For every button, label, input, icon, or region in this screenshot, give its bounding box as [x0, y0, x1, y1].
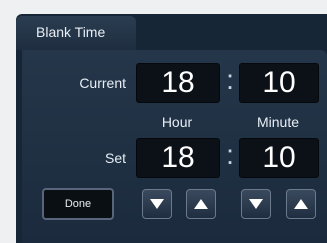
- arrow-up-icon: [294, 199, 308, 209]
- hour-up-button[interactable]: [186, 189, 216, 219]
- arrow-up-icon: [194, 199, 208, 209]
- hour-down-button[interactable]: [142, 189, 172, 219]
- done-button[interactable]: Done: [42, 188, 114, 220]
- current-minute-display: 10: [239, 63, 319, 103]
- tab-label: Blank Time: [36, 24, 106, 40]
- set-hour-display: 18: [136, 138, 220, 178]
- set-label: Set: [104, 150, 126, 166]
- arrow-down-icon: [150, 199, 164, 209]
- current-label: Current: [79, 75, 126, 91]
- current-separator: :: [226, 64, 234, 95]
- set-separator: :: [226, 139, 234, 170]
- arrow-down-icon: [249, 199, 263, 209]
- minute-up-button[interactable]: [286, 189, 316, 219]
- minute-column-label: Minute: [256, 114, 300, 130]
- current-hour-display: 18: [136, 63, 220, 103]
- set-minute-display: 10: [239, 138, 319, 178]
- hour-column-label: Hour: [161, 114, 193, 130]
- minute-down-button[interactable]: [241, 189, 271, 219]
